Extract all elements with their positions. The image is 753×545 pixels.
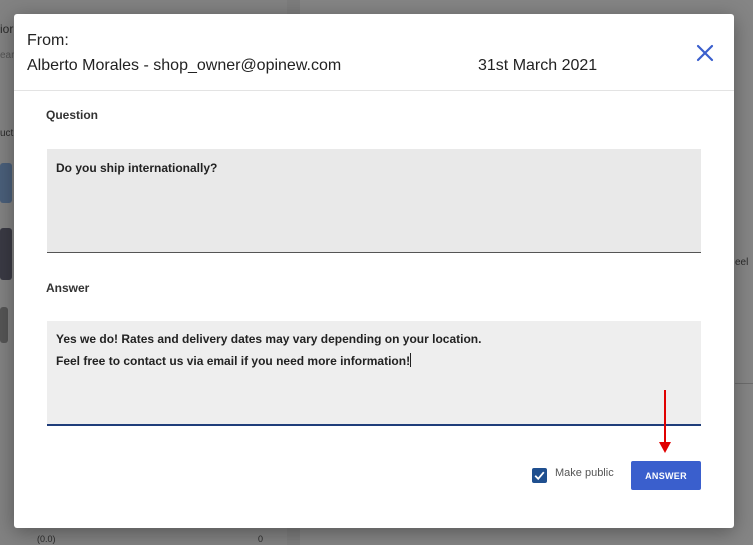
make-public-label: Make public	[555, 467, 614, 479]
close-icon	[696, 44, 714, 62]
sender-info: Alberto Morales - shop_owner@opinew.com	[27, 57, 342, 74]
background-divider	[735, 383, 753, 384]
answer-text: Yes we do! Rates and delivery dates may …	[56, 332, 482, 368]
from-label: From:	[27, 32, 69, 49]
text-caret	[410, 353, 412, 367]
background-text: (0.0)	[37, 534, 56, 544]
question-date: 31st March 2021	[478, 57, 598, 74]
answer-label: Answer	[46, 281, 90, 295]
question-modal: From: Alberto Morales - shop_owner@opine…	[14, 14, 734, 528]
modal-header: From: Alberto Morales - shop_owner@opine…	[14, 14, 734, 91]
background-product-thumbnail	[0, 163, 12, 203]
question-textarea[interactable]: Do you ship internationally?	[47, 149, 701, 253]
make-public-checkbox[interactable]	[532, 468, 547, 483]
background-text: eel	[735, 257, 749, 268]
background-text: ior	[0, 22, 14, 36]
background-text: ear	[0, 50, 15, 61]
modal-footer: Make public ANSWER	[14, 461, 734, 491]
answer-textarea[interactable]: Yes we do! Rates and delivery dates may …	[47, 321, 701, 426]
background-text: 0	[258, 534, 264, 544]
background-product-thumbnail	[0, 228, 12, 280]
background-text: uct	[0, 128, 14, 139]
answer-button[interactable]: ANSWER	[631, 461, 701, 490]
question-label: Question	[46, 108, 99, 122]
background-product-thumbnail	[0, 307, 8, 343]
close-button[interactable]	[694, 42, 716, 64]
checkmark-icon	[534, 471, 545, 481]
